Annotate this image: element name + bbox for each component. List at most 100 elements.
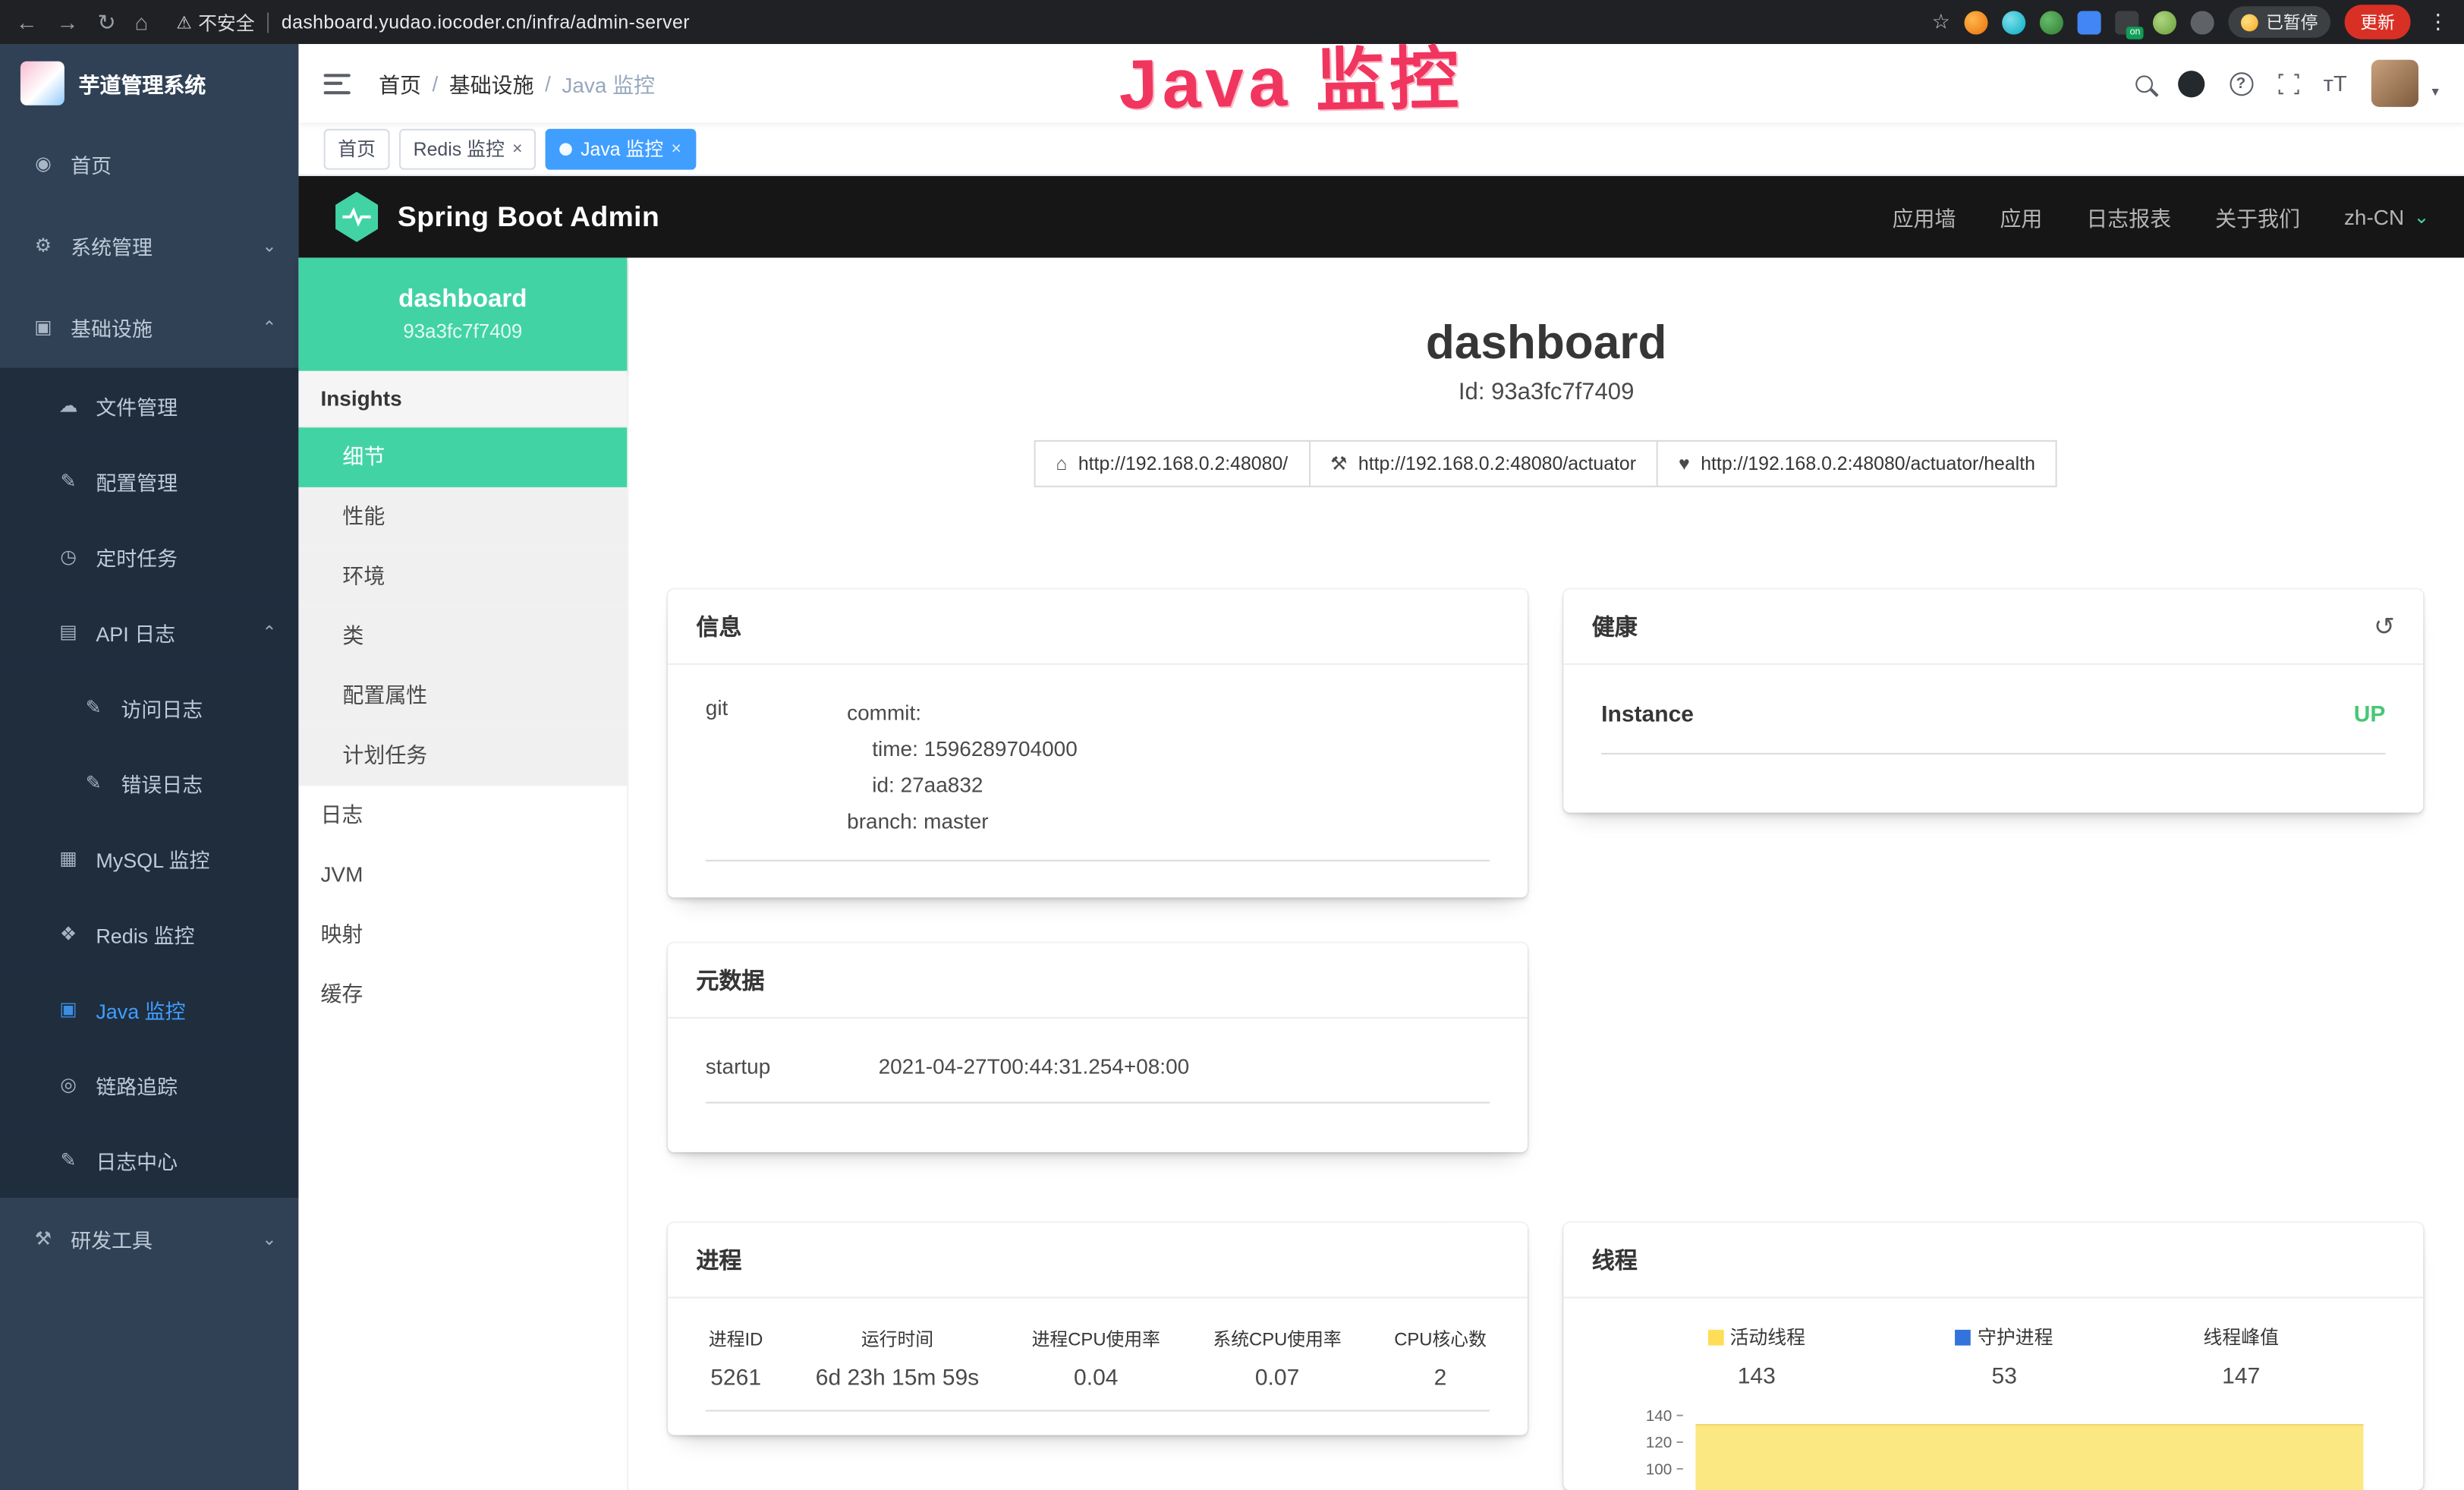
extension-icon-7[interactable] — [2191, 10, 2214, 33]
forward-icon[interactable]: → — [57, 9, 79, 34]
process-card-title: 进程 — [668, 1223, 1528, 1298]
sidebar-item-label: MySQL 监控 — [96, 843, 209, 873]
sidebar-item-system-management[interactable]: ⚙ 系统管理 ⌄ — [0, 204, 298, 286]
breadcrumb-home[interactable]: 首页 — [379, 68, 421, 99]
back-icon[interactable]: ← — [16, 9, 38, 34]
sidebar-item-access-logs[interactable]: ✎ 访问日志 — [0, 669, 298, 745]
y-axis-tick: 140 — [1620, 1408, 1683, 1425]
health-url-link[interactable]: ♥ http://192.168.0.2:48080/actuator/heal… — [1657, 440, 2057, 487]
reload-icon[interactable]: ↻ — [97, 8, 115, 35]
tab-java-monitor[interactable]: Java 监控 × — [546, 128, 696, 169]
health-instance-row: Instance UP — [1601, 671, 2385, 754]
fullscreen-icon[interactable] — [2278, 73, 2299, 93]
tab-redis-monitor[interactable]: Redis 监控 × — [399, 128, 537, 169]
security-warning-icon: ⚠ — [176, 12, 191, 33]
extension-on-badge: on — [2126, 26, 2143, 39]
close-icon[interactable]: × — [512, 139, 522, 158]
sba-item-logs[interactable]: 日志 — [298, 786, 627, 846]
sba-item-scheduled-tasks[interactable]: 计划任务 — [298, 726, 627, 786]
stat-value: 2 — [1394, 1366, 1487, 1391]
sba-item-details[interactable]: 细节 — [298, 427, 627, 487]
sba-item-caches[interactable]: 缓存 — [298, 965, 627, 1025]
actuator-url-link[interactable]: ⚒ http://192.168.0.2:48080/actuator — [1308, 440, 1658, 487]
app-logo[interactable]: 芋道管理系统 — [0, 44, 298, 123]
sidebar-item-dev-tools[interactable]: ⚒ 研发工具 ⌄ — [0, 1198, 298, 1280]
service-url-link[interactable]: ⌂ http://192.168.0.2:48080/ — [1034, 440, 1310, 487]
hamburger-icon[interactable] — [324, 73, 351, 93]
sidebar-item-config-management[interactable]: ✎ 配置管理 — [0, 443, 298, 518]
sidebar-item-log-center[interactable]: ✎ 日志中心 — [0, 1123, 298, 1198]
sba-navbar: Spring Boot Admin 应用墙 应用 日志报表 关于我们 zh-CN… — [298, 176, 2464, 258]
sba-item-mappings[interactable]: 映射 — [298, 906, 627, 966]
edit-icon: ✎ — [82, 696, 105, 718]
fontsize-icon[interactable]: тT — [2324, 71, 2347, 96]
breadcrumb-separator: / — [545, 71, 551, 95]
search-icon[interactable] — [2135, 74, 2152, 92]
spring-boot-admin-logo[interactable] — [333, 192, 380, 242]
instance-title: dashboard — [628, 317, 2464, 370]
sidebar-item-java-monitor[interactable]: ▣ Java 监控 — [0, 972, 298, 1047]
extension-icon-5[interactable]: on — [2115, 10, 2138, 33]
home-icon[interactable]: ⌂ — [135, 9, 149, 34]
legend-daemon-threads: 守护进程 53 — [1956, 1324, 2053, 1390]
metadata-card-title: 元数据 — [668, 943, 1528, 1018]
sidebar-item-scheduled-tasks[interactable]: ◷ 定时任务 — [0, 518, 298, 594]
sba-brand-title[interactable]: Spring Boot Admin — [398, 200, 659, 233]
user-avatar[interactable] — [2372, 60, 2419, 107]
java-monitor-icon: ▣ — [57, 998, 80, 1020]
sidebar-item-redis-monitor[interactable]: ❖ Redis 监控 — [0, 896, 298, 971]
url-text[interactable]: dashboard.yudao.iocoder.cn/infra/admin-s… — [282, 11, 690, 33]
avatar-caret-icon[interactable]: ▾ — [2431, 83, 2438, 101]
sidebar-item-label: 研发工具 — [71, 1224, 153, 1253]
sba-item-jvm[interactable]: JVM — [298, 846, 627, 906]
legend-live-threads: 活动线程 143 — [1708, 1324, 1805, 1390]
extension-icon-4[interactable] — [2078, 10, 2101, 33]
health-heart-icon: ♥ — [1679, 452, 1690, 474]
sidebar-item-mysql-monitor[interactable]: ▦ MySQL 监控 — [0, 821, 298, 896]
sidebar-item-api-logs[interactable]: ▤ API 日志 ⌃ — [0, 594, 298, 669]
active-tab-dot — [560, 142, 573, 155]
sba-item-environment[interactable]: 环境 — [298, 547, 627, 607]
git-branch-line: branch: master — [847, 805, 1078, 840]
address-bar[interactable]: ⚠ 不安全 dashboard.yudao.iocoder.cn/infra/a… — [176, 8, 690, 35]
extension-icon-2[interactable] — [2002, 10, 2025, 33]
tab-label: 首页 — [338, 135, 376, 162]
link-text: http://192.168.0.2:48080/ — [1078, 452, 1288, 474]
sidebar-item-error-logs[interactable]: ✎ 错误日志 — [0, 745, 298, 821]
tag-view-bar: 首页 Redis 监控 × Java 监控 × — [298, 123, 2464, 176]
sba-item-performance[interactable]: 性能 — [298, 487, 627, 547]
sidebar-item-home[interactable]: ◉ 首页 — [0, 123, 298, 205]
paused-extension-badge[interactable]: 已暂停 — [2228, 6, 2330, 37]
bookmark-star-icon[interactable]: ☆ — [1932, 9, 1950, 34]
sidebar-item-infrastructure[interactable]: ▣ 基础设施 ⌃ — [0, 286, 298, 368]
sba-item-config-props[interactable]: 配置属性 — [298, 666, 627, 726]
sidebar-item-label: 配置管理 — [96, 466, 178, 496]
github-icon[interactable] — [2177, 70, 2204, 96]
sba-nav-wallboard[interactable]: 应用墙 — [1893, 201, 1956, 232]
close-icon[interactable]: × — [672, 139, 681, 158]
security-label: 不安全 — [198, 8, 255, 35]
extension-icon-6[interactable] — [2153, 10, 2176, 33]
extension-icon-1[interactable] — [1965, 10, 1988, 33]
sidebar-item-tracing[interactable]: ◎ 链路追踪 — [0, 1047, 298, 1122]
clock-icon: ◷ — [57, 546, 80, 568]
sidebar-item-label: 链路追踪 — [96, 1069, 178, 1099]
tab-home[interactable]: 首页 — [324, 128, 390, 169]
sba-nav-applications[interactable]: 应用 — [2000, 201, 2042, 232]
language-value: zh-CN — [2344, 205, 2404, 228]
browser-menu-icon[interactable]: ⋮ — [2428, 9, 2448, 34]
history-icon[interactable]: ↺ — [2374, 611, 2395, 642]
chevron-down-icon: ⌄ — [262, 235, 276, 256]
sba-nav-journal[interactable]: 日志报表 — [2086, 201, 2171, 232]
help-icon[interactable]: ? — [2229, 71, 2252, 95]
info-card: 信息 git commit: time: 1596289704000 id: 2… — [668, 590, 1528, 898]
sba-item-classes[interactable]: 类 — [298, 606, 627, 666]
breadcrumb-infrastructure[interactable]: 基础设施 — [449, 68, 534, 99]
sidebar-item-file-management[interactable]: ☁ 文件管理 — [0, 368, 298, 443]
extension-icon-3[interactable] — [2040, 10, 2063, 33]
sba-nav-about[interactable]: 关于我们 — [2215, 201, 2300, 232]
browser-update-button[interactable]: 更新 — [2345, 5, 2411, 39]
sba-language-select[interactable]: zh-CN ⌄ — [2344, 205, 2430, 228]
sba-instance-header[interactable]: dashboard 93a3fc7f7409 — [298, 258, 627, 371]
breadcrumb: 首页 / 基础设施 / Java 监控 — [379, 68, 655, 99]
